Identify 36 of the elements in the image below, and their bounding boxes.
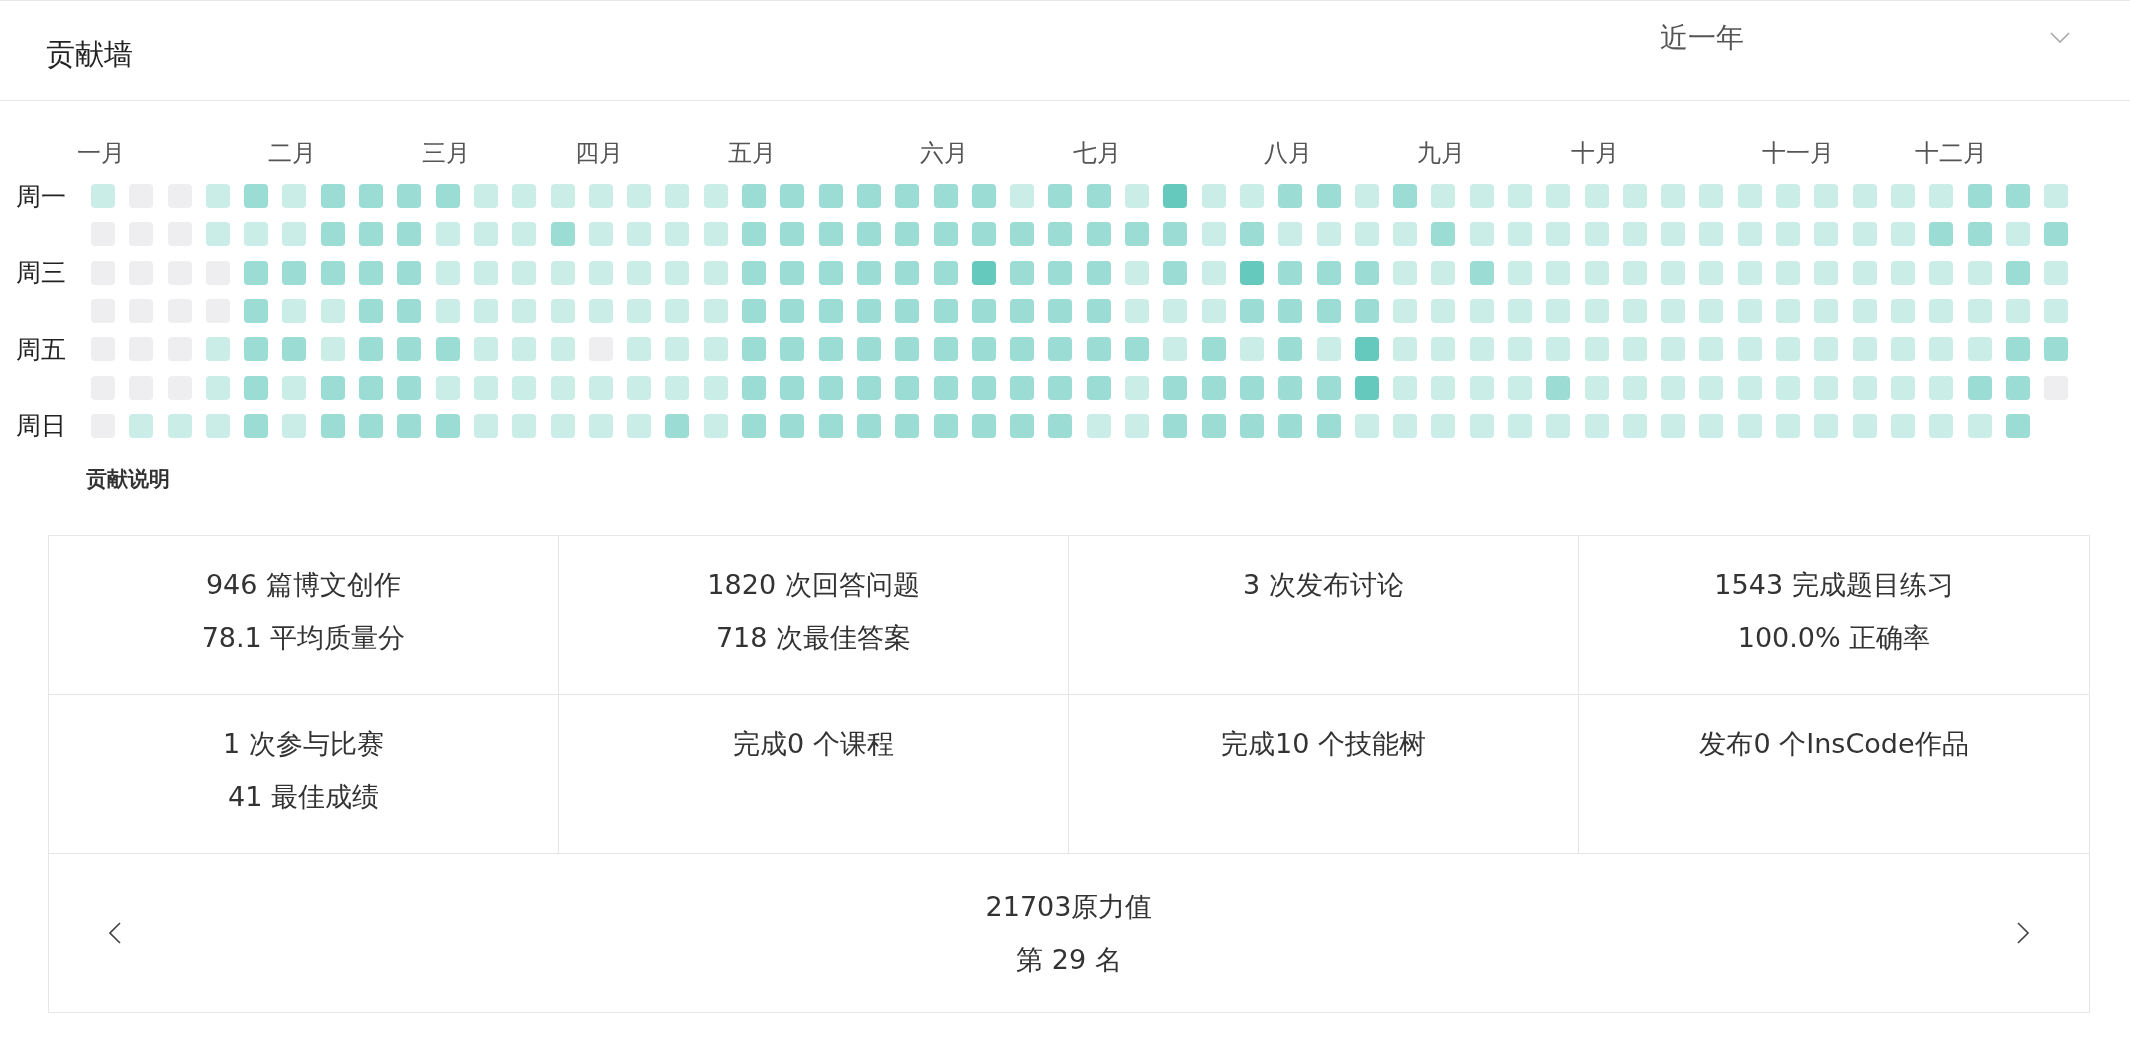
stat-text: 100.0% 正确率 — [1737, 621, 1931, 656]
stat-text: 1820 次回答问题 — [707, 568, 920, 603]
stat-text: 3 次发布讨论 — [1243, 568, 1404, 603]
legend-link[interactable]: 贡献说明 — [86, 467, 170, 492]
weekday-label: 周五 — [16, 334, 66, 364]
stat-text: 78.1 平均质量分 — [201, 621, 406, 656]
stat-text: 完成0 个课程 — [733, 727, 894, 762]
stat-text: 946 篇博文创作 — [205, 568, 402, 603]
stat-text: 完成10 个技能树 — [1221, 727, 1426, 762]
range-dropdown[interactable]: 近一年 — [1660, 19, 2070, 57]
stat-text: 发布0 个InsCode作品 — [1699, 727, 1969, 762]
chevron-down-icon — [2050, 32, 2070, 44]
month-label: 十一月 — [1762, 138, 1836, 169]
section-title: 贡献墙 — [46, 36, 133, 73]
weekday-label: 周一 — [16, 181, 66, 211]
stat-text: 718 次最佳答案 — [715, 621, 912, 656]
month-label: 五月 — [728, 138, 778, 169]
chevron-right-icon — [2017, 922, 2029, 945]
month-label: 九月 — [1417, 138, 1467, 169]
month-label: 二月 — [268, 138, 318, 169]
month-label: 一月 — [77, 138, 126, 169]
month-label: 三月 — [421, 138, 471, 169]
chevron-left-icon — [109, 922, 121, 945]
stat-text: 1543 完成题目练习 — [1714, 568, 1954, 603]
stat-text: 41 最佳成绩 — [228, 780, 379, 815]
stat-text: 1 次参与比赛 — [223, 727, 384, 762]
month-label: 四月 — [574, 138, 624, 169]
weekday-label: 周日 — [16, 411, 66, 441]
month-label: 八月 — [1264, 138, 1314, 169]
weekday-label: 周三 — [16, 258, 66, 288]
month-label: 六月 — [919, 138, 969, 169]
month-label: 十月 — [1570, 138, 1620, 169]
rank-text: 第 29 名 — [1016, 943, 1122, 978]
month-label: 十二月 — [1915, 138, 1989, 169]
rank-text: 21703原力值 — [985, 890, 1153, 925]
month-label: 七月 — [1072, 138, 1122, 169]
